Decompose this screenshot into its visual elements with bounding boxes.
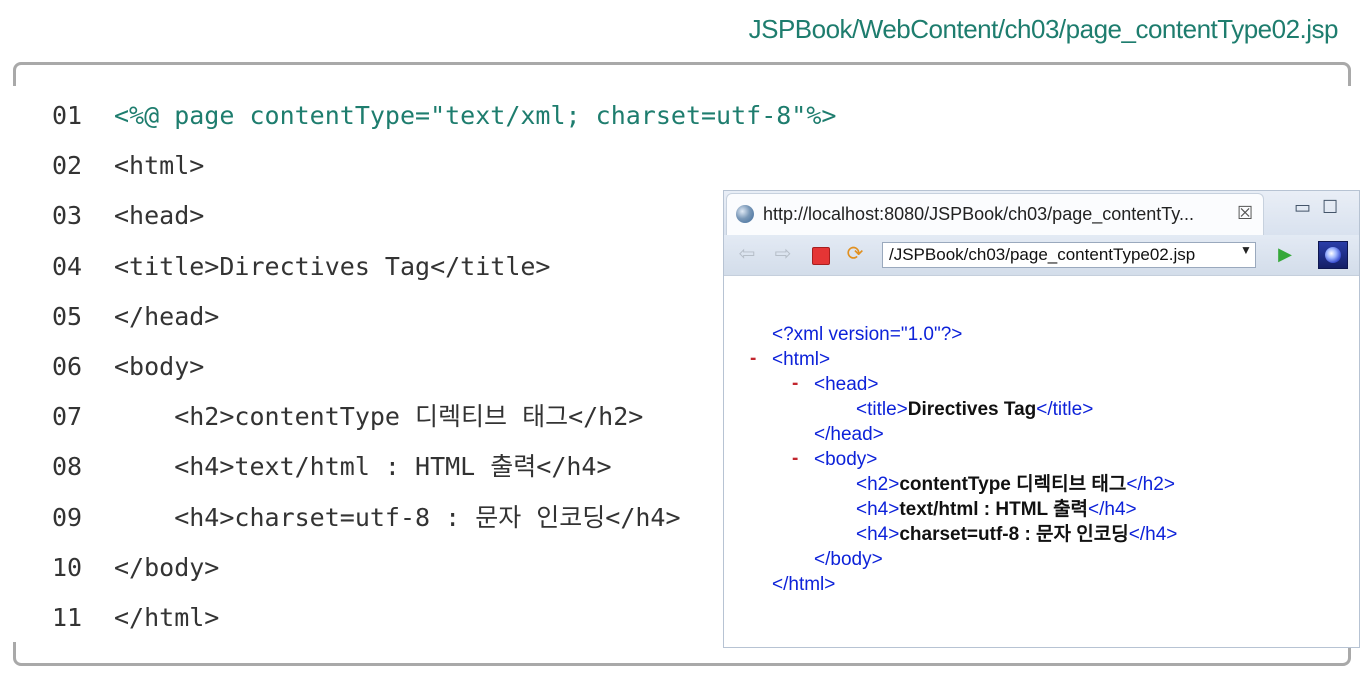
html-close-tag: </html>	[772, 574, 836, 595]
xml-decl: <?xml version="1.0"?>	[772, 323, 962, 347]
h4-text: charset=utf-8 : 문자 인코딩	[899, 524, 1129, 545]
xml-body-close: </body>	[814, 548, 883, 572]
line-number: 04	[52, 251, 83, 281]
line-text: <html>	[114, 151, 205, 181]
tab-title: http://localhost:8080/JSPBook/ch03/page_…	[763, 204, 1194, 224]
xml-head-close: </head>	[814, 423, 884, 447]
html-open-tag: <html>	[772, 349, 831, 370]
body-open-tag: <body>	[814, 449, 878, 470]
code-line: 07 <h2>contentType 디렉티브 태그</h2>	[52, 397, 836, 447]
h4-open-tag: <h4>	[856, 499, 900, 520]
h4-close-tag: </h4>	[1088, 499, 1137, 520]
code-line: 04 <title>Directives Tag</title>	[52, 247, 836, 297]
xml-decl-text: <?xml version="1.0"?>	[772, 324, 963, 345]
xml-h4-row: <h4>text/html : HTML 출력</h4>	[856, 498, 1137, 522]
code-line: 10 </body>	[52, 548, 836, 598]
title-close-tag: </title>	[1036, 399, 1094, 420]
code-line: 01 <%@ page contentType="text/xml; charse…	[52, 96, 836, 146]
line-number: 07	[52, 402, 83, 432]
code-line: 06 <body>	[52, 347, 836, 397]
address-bar[interactable]: /JSPBook/ch03/page_contentType02.jsp	[882, 242, 1256, 268]
collapse-html-toggle[interactable]: -	[750, 348, 756, 370]
browser-tab[interactable]: http://localhost:8080/JSPBook/ch03/page_…	[726, 193, 1264, 235]
code-line: 05 </head>	[52, 297, 836, 347]
code-line: 08 <h4>text/html : HTML 출력</h4>	[52, 447, 836, 497]
minimize-icon[interactable]: ▭	[1294, 197, 1311, 218]
xml-h4-row: <h4>charset=utf-8 : 문자 인코딩</h4>	[856, 523, 1177, 547]
xml-html-close: </html>	[772, 573, 835, 597]
forward-icon[interactable]: ⇨	[772, 243, 794, 265]
browser-window: http://localhost:8080/JSPBook/ch03/page_…	[723, 190, 1360, 648]
title-open-tag: <title>	[856, 399, 908, 420]
collapse-head-toggle[interactable]: -	[792, 373, 798, 395]
stop-icon[interactable]	[812, 247, 830, 265]
code-line: 03 <head>	[52, 196, 836, 246]
frame-gap-left	[10, 86, 20, 642]
go-icon[interactable]: ▶	[1274, 243, 1296, 265]
line-text: </html>	[114, 602, 220, 632]
code-line: 11 </html>	[52, 598, 836, 648]
line-number: 06	[52, 351, 83, 381]
line-text: </head>	[114, 301, 220, 331]
collapse-body-toggle[interactable]: -	[792, 448, 798, 470]
line-number: 05	[52, 301, 83, 331]
h2-close-tag: </h2>	[1126, 474, 1175, 495]
h4-open-tag: <h4>	[856, 524, 900, 545]
file-path-caption: JSPBook/WebContent/ch03/page_contentType…	[748, 14, 1339, 44]
close-tab-icon[interactable]: ☒	[1237, 203, 1253, 224]
head-open-tag: <head>	[814, 374, 879, 395]
line-number: 03	[52, 201, 83, 231]
code-listing: 01 <%@ page contentType="text/xml; charse…	[52, 96, 836, 648]
h2-open-tag: <h2>	[856, 474, 900, 495]
line-number: 08	[52, 452, 83, 482]
title-text: Directives Tag	[907, 399, 1037, 420]
xml-html-open: <html>	[772, 348, 830, 372]
h4-close-tag: </h4>	[1128, 524, 1178, 545]
line-text: </body>	[114, 552, 220, 582]
line-text: <title>Directives Tag</title>	[114, 251, 551, 281]
line-text: <h4>text/html : HTML 출력</h4>	[114, 452, 612, 482]
line-number: 11	[52, 602, 83, 632]
h4-text: text/html : HTML 출력	[899, 499, 1089, 520]
line-text: <head>	[114, 201, 205, 231]
xml-h2-row: <h2>contentType 디렉티브 태그</h2>	[856, 473, 1175, 497]
xml-body-open: <body>	[814, 448, 877, 472]
maximize-icon[interactable]: ☐	[1322, 197, 1338, 218]
code-line: 09 <h4>charset=utf-8 : 문자 인코딩</h4>	[52, 498, 836, 548]
xml-head-open: <head>	[814, 373, 878, 397]
body-close-tag: </body>	[814, 549, 883, 570]
xml-title-row: <title>Directives Tag</title>	[856, 398, 1093, 422]
line-number: 02	[52, 151, 83, 181]
line-text: <%@ page contentType="text/xml; charset=…	[114, 101, 837, 130]
refresh-icon[interactable]: ⟳	[844, 243, 866, 265]
line-text: <h2>contentType 디렉티브 태그</h2>	[114, 402, 644, 432]
line-number: 09	[52, 502, 83, 532]
line-text: <h4>charset=utf-8 : 문자 인코딩</h4>	[114, 502, 681, 532]
line-number: 10	[52, 552, 83, 582]
line-text: <body>	[114, 351, 205, 381]
head-close-tag: </head>	[814, 424, 884, 445]
address-dropdown-icon[interactable]: ▼	[1240, 243, 1252, 257]
browser-toolbar: ⇦ ⇨ ⟳ /JSPBook/ch03/page_contentType02.j…	[724, 235, 1359, 276]
globe-icon	[736, 205, 754, 223]
tab-bar: http://localhost:8080/JSPBook/ch03/page_…	[724, 191, 1359, 235]
eclipse-icon[interactable]	[1318, 241, 1348, 269]
code-line: 02 <html>	[52, 146, 836, 196]
h2-text: contentType 디렉티브 태그	[899, 474, 1127, 495]
back-icon[interactable]: ⇦	[736, 243, 758, 265]
line-number: 01	[52, 101, 83, 130]
